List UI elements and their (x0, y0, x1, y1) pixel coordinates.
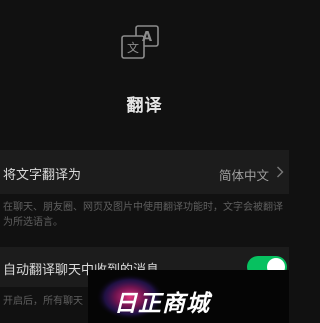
chevron-right-icon (277, 166, 284, 178)
header: A 文 翻译 (0, 0, 289, 146)
watermark-text: 日正商城 (114, 291, 210, 317)
target-language-row[interactable]: 将文字翻译为 简体中文 (0, 150, 289, 194)
watermark-logo: 日正商城 (88, 270, 289, 323)
icon-glyph-wen: 文 (127, 40, 139, 55)
target-language-label: 将文字翻译为 (3, 168, 82, 183)
translate-icon: A 文 (121, 25, 159, 59)
target-language-description: 在聊天、朋友圈、网页及图片中使用翻译功能时，文字会被翻译为所选语言。 (3, 202, 283, 228)
icon-glyph-a: A (142, 30, 152, 45)
target-language-value: 简体中文 (218, 168, 269, 183)
page-title: 翻译 (126, 96, 163, 116)
